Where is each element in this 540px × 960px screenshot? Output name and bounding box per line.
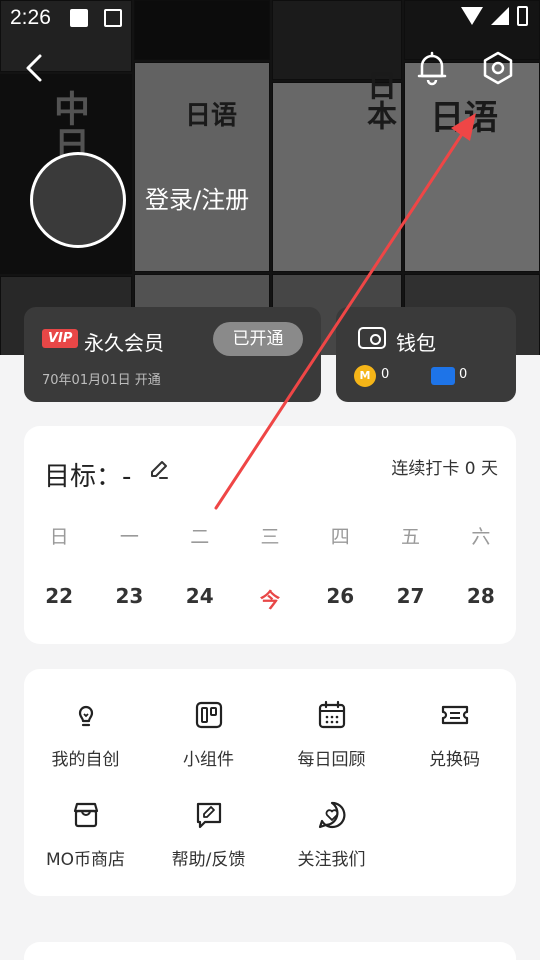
weekday-label: 三: [260, 526, 280, 548]
bell-icon: [417, 51, 447, 86]
settings-button[interactable]: [478, 48, 518, 88]
wallet-icon: [358, 327, 386, 349]
signal-icon: [491, 7, 509, 25]
feature-redeem-code[interactable]: 兑换码: [393, 699, 516, 770]
goal-title: 目标：-: [44, 462, 132, 492]
checkin-streak: 连续打卡 0 天: [391, 459, 498, 479]
avatar[interactable]: [30, 152, 126, 248]
weekday-label: 四: [330, 526, 350, 548]
vip-badge: VIP: [42, 329, 79, 348]
feature-label: 帮助/反馈: [171, 850, 246, 870]
wifi-icon: [461, 7, 483, 25]
vip-status-button[interactable]: 已开通: [213, 322, 303, 356]
weekday-label: 日: [49, 526, 69, 548]
status-time: 2:26: [10, 6, 51, 29]
weekday-label: 五: [401, 526, 421, 548]
feature-label: 兑换码: [429, 750, 480, 770]
feature-follow-us[interactable]: 关注我们: [270, 799, 393, 870]
hexagon-gear-icon: [483, 51, 513, 85]
feature-label: 我的自创: [51, 750, 120, 770]
vip-card[interactable]: VIP 永久会员 已开通 70年01月01日 开通: [24, 307, 321, 402]
feature-help-feedback[interactable]: 帮助/反馈: [147, 799, 270, 870]
feature-my-creations[interactable]: 我的自创: [24, 699, 147, 770]
date-row: 22 23 24 今 26 27 28: [24, 584, 516, 613]
heart-chat-icon: [318, 801, 345, 829]
feature-label: MO币商店: [45, 850, 126, 870]
coin-icon: M: [354, 365, 376, 387]
store-icon: [73, 802, 98, 828]
weekday-row: 日 一 二 三 四 五 六: [24, 522, 516, 549]
chevron-left-icon: [26, 54, 42, 82]
status-indicators: [461, 6, 528, 26]
date-cell[interactable]: 24: [165, 584, 235, 613]
pencil-icon: [151, 461, 168, 479]
date-cell-today[interactable]: 今: [235, 584, 305, 613]
notification-button[interactable]: [412, 48, 452, 88]
calendar-icon: [318, 700, 345, 729]
edit-goal-button[interactable]: [148, 458, 170, 480]
widget-icon: [195, 701, 222, 729]
features-grid: 我的自创 小组件 每日回顾 兑换码 MO币商店 帮助/反馈 关注我们: [24, 669, 516, 896]
ticket-count: 0: [459, 367, 468, 382]
status-bar: 2:26: [0, 0, 540, 36]
login-register-link[interactable]: 登录/注册: [145, 180, 249, 215]
feature-label: 每日回顾: [297, 750, 366, 770]
feature-daily-review[interactable]: 每日回顾: [270, 699, 393, 770]
feedback-icon: [196, 802, 221, 829]
weekday-label: 六: [471, 526, 491, 548]
back-button[interactable]: [18, 50, 54, 86]
date-cell[interactable]: 27: [375, 584, 445, 613]
lightbulb-icon: [78, 705, 93, 727]
date-cell[interactable]: 28: [446, 584, 516, 613]
wallet-title: 钱包: [396, 331, 436, 355]
wallet-card[interactable]: 钱包 M 0 0: [336, 307, 516, 402]
font-icon: [104, 9, 122, 27]
battery-icon: [517, 6, 528, 26]
coin-count: 0: [381, 367, 390, 382]
goal-card: 目标：- 连续打卡 0 天 日 一 二 三 四 五 六 22 23 24 今 2…: [24, 426, 516, 644]
image-icon: [70, 9, 88, 27]
vip-activation-date: 70年01月01日 开通: [42, 373, 161, 388]
date-cell[interactable]: 22: [24, 584, 94, 613]
feature-label: 小组件: [183, 750, 234, 770]
ticket-icon: [441, 705, 468, 725]
bottom-card: [24, 942, 516, 960]
feature-widgets[interactable]: 小组件: [147, 699, 270, 770]
date-cell[interactable]: 26: [305, 584, 375, 613]
feature-mo-coin-store[interactable]: MO币商店: [24, 799, 147, 870]
weekday-label: 二: [190, 526, 210, 548]
date-cell[interactable]: 23: [94, 584, 164, 613]
feature-label: 关注我们: [297, 850, 366, 870]
weekday-label: 一: [119, 526, 139, 548]
ticket-icon: [431, 367, 455, 385]
vip-title: 永久会员: [84, 331, 164, 355]
